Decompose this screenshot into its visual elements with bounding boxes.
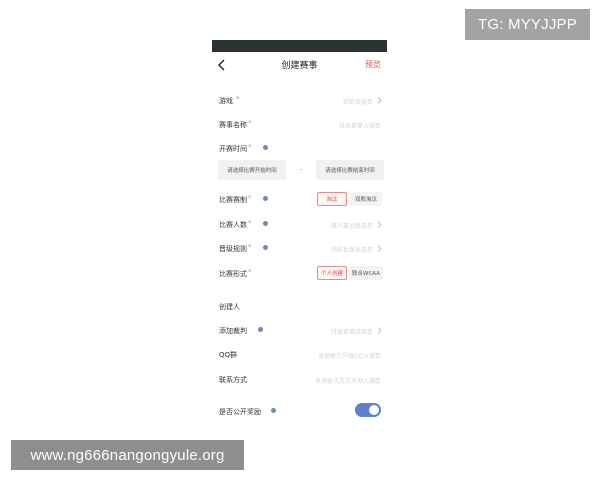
format-option-double-elimination[interactable]: 双败淘汰 bbox=[350, 192, 382, 206]
info-icon[interactable] bbox=[271, 408, 276, 413]
public-reward-toggle[interactable] bbox=[355, 403, 381, 417]
name-label: 赛事名称 bbox=[219, 121, 247, 129]
info-icon[interactable] bbox=[263, 196, 268, 201]
toggle-knob bbox=[369, 405, 379, 415]
time-separator: - bbox=[300, 166, 303, 173]
advance-placeholder: 请选择晋级规则 bbox=[330, 247, 373, 254]
count-row[interactable]: 比赛人数 * 请选择比赛人数 bbox=[212, 218, 387, 232]
time-row: 开赛时间 * bbox=[212, 142, 387, 156]
public-reward-label: 是否公开奖励 bbox=[219, 408, 261, 416]
status-bar bbox=[212, 40, 387, 52]
qq-row[interactable]: QQ群 请输入QQ群号方便联系 bbox=[212, 348, 387, 362]
chevron-right-icon bbox=[377, 245, 382, 252]
mode-option-wcaa[interactable]: 联合WCAA bbox=[349, 266, 383, 280]
mode-label: 比赛形式 bbox=[219, 270, 247, 278]
referee-label: 添加裁判 bbox=[219, 327, 247, 335]
watermark-top: TG: MYYJJPP bbox=[465, 9, 590, 40]
game-placeholder: 请选择游戏 bbox=[342, 99, 373, 106]
time-label: 开赛时间 bbox=[219, 145, 247, 153]
phone-screen: 创建赛事 预览 游戏 * 请选择游戏 赛事名称 * 请输入赛事名称 开赛时间 *… bbox=[212, 40, 387, 440]
chevron-right-icon bbox=[377, 327, 382, 334]
info-icon[interactable] bbox=[263, 145, 268, 150]
page: 创建赛事 预览 游戏 * 请选择游戏 赛事名称 * 请输入赛事名称 开赛时间 *… bbox=[0, 0, 600, 480]
advance-row[interactable]: 晋级规则 * 请选择晋级规则 bbox=[212, 242, 387, 256]
start-time-picker[interactable]: 请选择比赛开始时间 bbox=[218, 160, 286, 180]
contact-label: 联系方式 bbox=[219, 376, 247, 384]
count-placeholder: 请选择比赛人数 bbox=[330, 223, 373, 230]
info-icon[interactable] bbox=[263, 245, 268, 250]
required-mark: * bbox=[248, 119, 252, 127]
count-label: 比赛人数 bbox=[219, 221, 247, 229]
required-mark: * bbox=[248, 143, 252, 151]
advance-label: 晋级规则 bbox=[219, 245, 247, 253]
watermark-bottom: www.ng666nangongyule.org bbox=[11, 440, 244, 470]
game-row[interactable]: 游戏 * 请选择游戏 bbox=[212, 94, 387, 108]
info-icon[interactable] bbox=[263, 221, 268, 226]
creator-label: 创建人 bbox=[219, 303, 240, 311]
required-mark: * bbox=[248, 219, 252, 227]
format-label: 比赛赛制 bbox=[219, 196, 247, 204]
name-row[interactable]: 赛事名称 * 请输入赛事名称 bbox=[212, 118, 387, 132]
chevron-right-icon bbox=[377, 221, 382, 228]
required-mark: * bbox=[248, 268, 252, 276]
mode-option-personal[interactable]: 个人创建 bbox=[317, 266, 347, 280]
creator-row: 创建人 bbox=[212, 300, 387, 314]
name-input[interactable]: 请输入赛事名称 bbox=[339, 121, 381, 130]
required-mark: * bbox=[236, 95, 240, 103]
referee-placeholder: 请添加赛事裁判 bbox=[330, 329, 373, 336]
qq-label: QQ群 bbox=[219, 351, 238, 359]
contact-row[interactable]: 联系方式 请输入联系方式方便联系 bbox=[212, 373, 387, 387]
referee-row[interactable]: 添加裁判 请添加赛事裁判 bbox=[212, 324, 387, 338]
chevron-right-icon bbox=[377, 97, 382, 104]
page-title: 创建赛事 bbox=[281, 61, 318, 71]
contact-input[interactable]: 请输入联系方式方便联系 bbox=[315, 376, 381, 385]
info-icon[interactable] bbox=[258, 327, 263, 332]
qq-input[interactable]: 请输入QQ群号方便联系 bbox=[318, 351, 381, 360]
end-time-picker[interactable]: 请选择比赛结束时间 bbox=[316, 160, 384, 180]
format-option-elimination[interactable]: 淘汰 bbox=[317, 192, 347, 206]
required-mark: * bbox=[248, 194, 252, 202]
nav-bar: 创建赛事 预览 bbox=[212, 52, 387, 78]
game-label: 游戏 bbox=[219, 97, 233, 105]
preview-button[interactable]: 预览 bbox=[365, 59, 381, 70]
required-mark: * bbox=[248, 243, 252, 251]
